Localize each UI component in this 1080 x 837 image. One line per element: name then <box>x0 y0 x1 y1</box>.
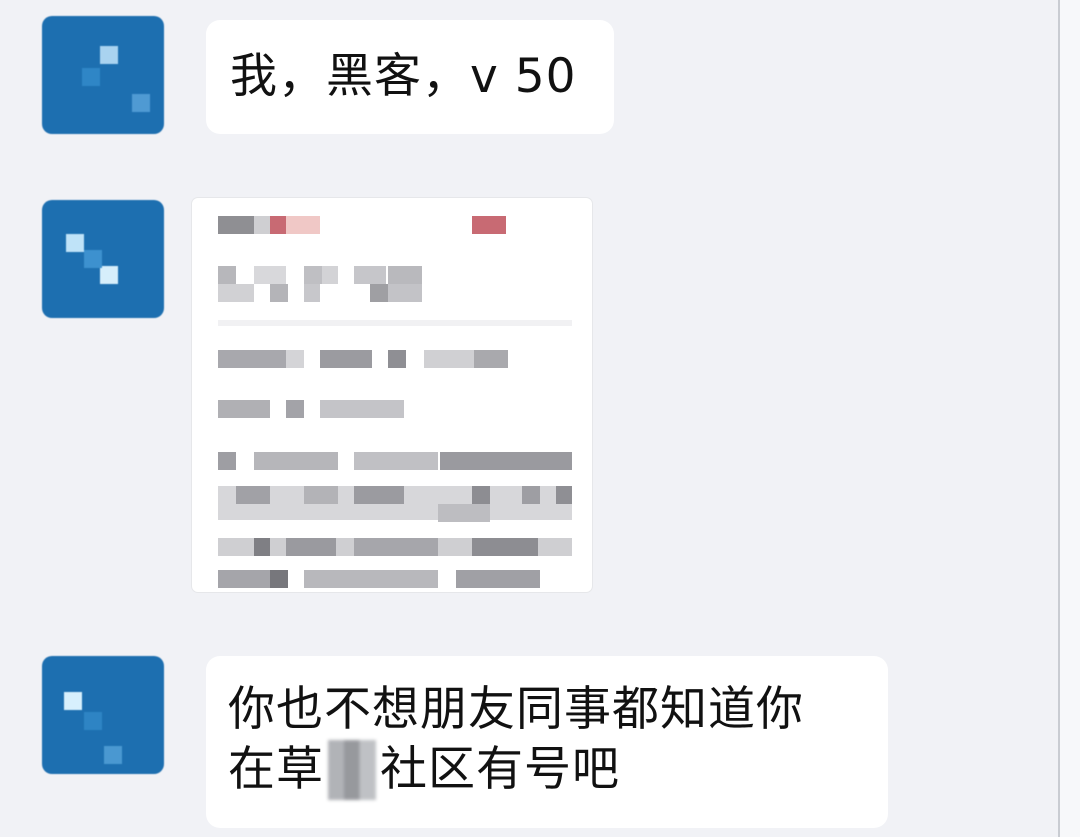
message-row <box>0 190 1050 600</box>
message-text-line-2: 在草 社区有号吧 <box>228 740 866 800</box>
message-bubble[interactable]: 我，黑客，v 50 <box>206 20 614 134</box>
avatar[interactable] <box>42 200 164 318</box>
message-row: 你也不想朋友同事都知道你 在草 社区有号吧 <box>0 640 1050 837</box>
censored-text-block <box>328 740 376 800</box>
message-row: 我，黑客，v 50 <box>0 0 1050 150</box>
message-text-part: 在草 <box>228 742 324 797</box>
avatar[interactable] <box>42 656 164 774</box>
message-text-line-1: 你也不想朋友同事都知道你 <box>228 682 804 737</box>
chat-window: 我，黑客，v 50 你也不想朋友同事都知道你 在草 社区有号吧 <box>0 0 1058 837</box>
message-text: 我，黑客，v 50 <box>230 49 577 104</box>
message-text-part: 社区有号吧 <box>380 742 620 797</box>
avatar[interactable] <box>42 16 164 134</box>
scrollbar-track[interactable] <box>1058 0 1080 837</box>
pixelated-screenshot-image[interactable] <box>192 198 592 592</box>
message-bubble[interactable]: 你也不想朋友同事都知道你 在草 社区有号吧 <box>206 656 888 828</box>
